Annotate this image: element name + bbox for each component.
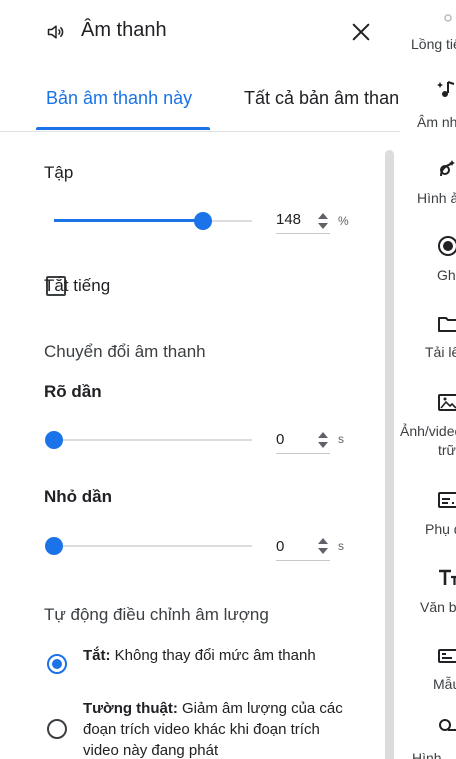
rail-item-record[interactable]: Ghi [400, 222, 456, 302]
rail-label: Phụ đề [425, 521, 456, 537]
text-icon [439, 569, 456, 585]
fade-in-unit: s [338, 432, 344, 446]
speaker-icon [47, 25, 64, 39]
rail-item-music[interactable]: Âm nhạc [400, 70, 456, 142]
rail-label: Hình ảnh [417, 190, 456, 206]
rail-label: Lồng tiếng [411, 36, 456, 52]
fade-out-label: Nhỏ dần [44, 487, 112, 506]
panel-title: Âm thanh [81, 19, 167, 41]
tabs-divider [0, 131, 400, 132]
fade-out-unit: s [338, 539, 344, 553]
close-icon[interactable] [350, 21, 372, 43]
rail-item-text[interactable]: Văn bản [400, 558, 456, 638]
slider-thumb[interactable] [45, 431, 63, 449]
tab-this-audio[interactable]: Bản âm thanh này [46, 88, 192, 109]
slider-track [54, 439, 252, 441]
fade-in-slider[interactable] [45, 430, 252, 450]
shapes-icon [439, 719, 456, 731]
record-icon [438, 236, 456, 256]
auto-volume-narration-radio[interactable] [47, 719, 67, 739]
rail-label: Hình [412, 750, 442, 759]
slider-track [54, 545, 252, 547]
fade-in-spinner-icon[interactable] [317, 429, 329, 451]
rail-item-captions[interactable]: Phụ đề [400, 478, 456, 558]
image-icon [440, 160, 455, 177]
fade-out-value: 0 [276, 538, 285, 555]
slider-fill [54, 219, 203, 222]
auto-volume-off-text: Tắt: Không thay đổi mức âm thanh [83, 645, 343, 666]
tab-all-audio[interactable]: Tất cả bản âm thanh [244, 88, 400, 109]
slider-thumb[interactable] [194, 212, 212, 230]
volume-spinner-icon[interactable] [317, 210, 329, 232]
fade-in-value: 0 [276, 431, 285, 448]
rail-label: Văn bản [420, 599, 456, 615]
music-note-icon [437, 81, 455, 97]
fade-out-spinner-icon[interactable] [317, 535, 329, 557]
auto-volume-off-radio[interactable] [47, 654, 67, 674]
slider-thumb[interactable] [45, 537, 63, 555]
fade-out-slider[interactable] [45, 536, 252, 556]
audio-panel: Âm thanh Bản âm thanh này Tất cả bản âm … [0, 0, 400, 759]
mute-label: Tắt tiếng [44, 276, 111, 295]
volume-value: 148 [276, 211, 302, 228]
voiceover-icon [444, 14, 452, 22]
option-description: Không thay đổi mức âm thanh [110, 647, 316, 664]
rail-label: Âm nhạc [417, 114, 456, 130]
scrollbar[interactable] [385, 150, 394, 759]
rail-label-line2: trữ [438, 442, 456, 458]
transitions-heading: Chuyển đổi âm thanh [44, 342, 206, 361]
fade-in-label: Rõ dần [44, 382, 102, 401]
tab-bar: Bản âm thanh này Tất cả bản âm thanh [0, 70, 400, 132]
rail-label: Tải lên [425, 344, 456, 360]
folder-icon [438, 317, 456, 332]
rail-label: Ghi [437, 267, 456, 283]
rail-label: Ảnh/video [400, 423, 456, 439]
volume-label: Tập [44, 163, 74, 182]
template-icon [438, 649, 456, 663]
tool-rail: Lồng tiếng Âm nhạc Hình ảnh Ghi Tải lên … [400, 0, 456, 759]
rail-item-template[interactable]: Mẫu [400, 638, 456, 718]
option-title: Tường thuật: [83, 700, 178, 717]
active-tab-indicator [36, 127, 210, 130]
rail-item-stock[interactable]: Ảnh/video trữ [400, 382, 456, 478]
option-title: Tắt: [83, 647, 111, 664]
captions-icon [438, 492, 456, 508]
volume-unit: % [338, 214, 349, 228]
rail-label: Mẫu [433, 676, 456, 692]
auto-volume-heading: Tự động điều chỉnh âm lượng [44, 605, 269, 624]
volume-slider[interactable] [54, 211, 252, 231]
rail-item-image[interactable]: Hình ảnh [400, 142, 456, 222]
panel-header: Âm thanh [0, 0, 400, 64]
rail-item-upload[interactable]: Tải lên [400, 302, 456, 382]
stock-media-icon [438, 394, 456, 411]
rail-item-shapes[interactable]: Hình [400, 712, 456, 759]
rail-item-voiceover[interactable]: Lồng tiếng [400, 0, 456, 70]
auto-volume-narration-text: Tường thuật: Giảm âm lượng của các đoạn … [83, 698, 343, 759]
